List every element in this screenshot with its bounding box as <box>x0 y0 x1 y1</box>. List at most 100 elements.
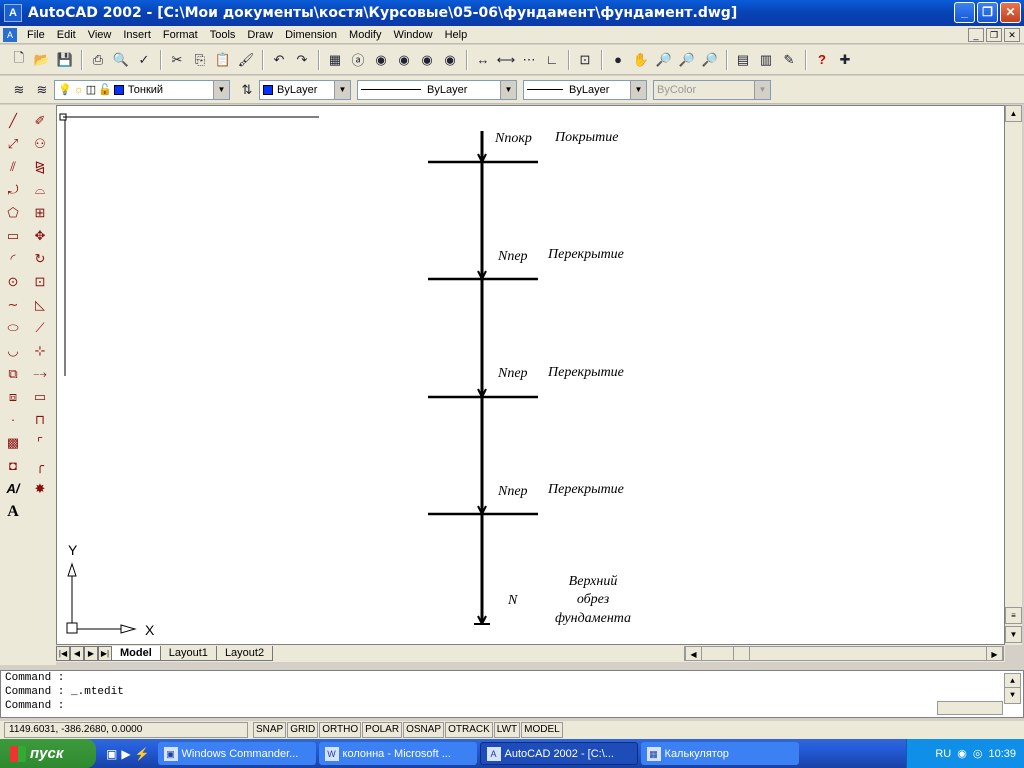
tab-model[interactable]: Model <box>111 646 161 661</box>
explorer-icon[interactable]: ▣ <box>106 747 117 761</box>
adcenter-icon[interactable]: ▥ <box>755 49 777 71</box>
open-icon[interactable]: 📂 <box>31 49 53 71</box>
make-object-layer-current-icon[interactable]: ⇅ <box>236 79 258 101</box>
drawing-canvas[interactable]: Nпокр Покрытие Nпер Перекрытие Nпер Пере… <box>56 105 1005 645</box>
multiline-icon[interactable]: ⫽ <box>1 155 25 178</box>
trim-icon[interactable]: ⊹ <box>28 339 52 362</box>
tab-layout2[interactable]: Layout2 <box>215 646 274 661</box>
ellipse-icon[interactable]: ⬭ <box>1 316 25 339</box>
new-icon[interactable]: 🗋 <box>8 49 30 71</box>
menu-insert[interactable]: Insert <box>117 26 157 44</box>
print-icon[interactable]: ⎙ <box>87 49 109 71</box>
doc-close-button[interactable]: ✕ <box>1004 28 1020 42</box>
meet-now-icon[interactable]: ◉ <box>370 49 392 71</box>
chevron-down-icon[interactable]: ▼ <box>630 80 646 99</box>
extend-icon[interactable]: ⤍ <box>28 362 52 385</box>
distance-icon[interactable]: ⋯ <box>518 49 540 71</box>
cmd-hscroll[interactable] <box>937 701 1003 715</box>
cut-icon[interactable]: ✂ <box>166 49 188 71</box>
tab-layout1[interactable]: Layout1 <box>159 646 217 661</box>
layer-manager-icon[interactable]: ≋ <box>8 79 30 101</box>
break-at-point-icon[interactable]: ▭ <box>28 385 52 408</box>
scroll-up-button[interactable]: ▲ <box>1005 105 1022 122</box>
color-dropdown[interactable]: ByLayer ▼ <box>259 79 351 100</box>
tool-palettes-icon[interactable]: ✎ <box>778 49 800 71</box>
chevron-down-icon[interactable]: ▼ <box>213 80 229 99</box>
menu-help[interactable]: Help <box>439 26 474 44</box>
cmd-scroll-down-button[interactable]: ▼ <box>1004 687 1021 704</box>
osnap-toggle[interactable]: OSNAP <box>403 722 445 738</box>
move-icon[interactable]: ✥ <box>28 224 52 247</box>
chevron-down-icon[interactable]: ▼ <box>334 80 350 99</box>
redo-icon[interactable]: ↷ <box>291 49 313 71</box>
properties-icon[interactable]: ▤ <box>732 49 754 71</box>
paste-icon[interactable]: 📋 <box>212 49 234 71</box>
layer-previous-icon[interactable]: ≋ <box>31 79 53 101</box>
linetype-dropdown[interactable]: ByLayer ▼ <box>357 79 517 100</box>
task-calculator[interactable]: ▦ Калькулятор <box>640 742 799 765</box>
dim-aligned-icon[interactable]: ⟷ <box>495 49 517 71</box>
today-icon[interactable]: ⓐ <box>347 49 369 71</box>
circle-icon[interactable]: ⊙ <box>1 270 25 293</box>
spell-check-icon[interactable]: ✓ <box>133 49 155 71</box>
close-button[interactable]: ✕ <box>1000 2 1021 23</box>
menu-draw[interactable]: Draw <box>241 26 279 44</box>
spline-icon[interactable]: ∼ <box>1 293 25 316</box>
copy-object-icon[interactable]: ⚇ <box>28 132 52 155</box>
snap-toggle[interactable]: SNAP <box>253 722 287 738</box>
design-center-icon[interactable]: ▦ <box>324 49 346 71</box>
polygon-icon[interactable]: ⬠ <box>1 201 25 224</box>
first-tab-button[interactable]: |◀ <box>56 646 70 661</box>
task-windows-commander[interactable]: ▣ Windows Commander... <box>157 742 316 765</box>
rectangle-icon[interactable]: ▭ <box>1 224 25 247</box>
grid-toggle[interactable]: GRID <box>287 722 319 738</box>
make-block-icon[interactable]: ⧈ <box>1 385 25 408</box>
mirror-icon[interactable]: ⧎ <box>28 155 52 178</box>
minimize-button[interactable]: _ <box>954 2 975 23</box>
language-indicator[interactable]: RU <box>935 748 951 760</box>
command-window[interactable]: Command : Command : _.mtedit Command : ▲… <box>0 670 1024 718</box>
match-properties-icon[interactable]: 🖌 <box>235 49 257 71</box>
chevron-down-icon[interactable]: ▼ <box>500 80 516 99</box>
menu-edit[interactable]: Edit <box>51 26 82 44</box>
prev-tab-button[interactable]: ◀ <box>70 646 84 661</box>
vertical-scrollbar[interactable]: ▲ ≡ ▼ <box>1005 105 1022 645</box>
menu-dimension[interactable]: Dimension <box>279 26 343 44</box>
stretch-icon[interactable]: ◺ <box>28 293 52 316</box>
hscroll-thumb[interactable] <box>733 646 750 661</box>
restore-button[interactable]: ❐ <box>977 2 998 23</box>
hatch-icon[interactable]: ▩ <box>1 431 25 454</box>
publish-web-icon[interactable]: ◉ <box>393 49 415 71</box>
insert-block-icon[interactable]: ⧉ <box>1 362 25 385</box>
task-word[interactable]: W колонна - Microsoft ... <box>318 742 477 765</box>
offset-icon[interactable]: ⌓ <box>28 178 52 201</box>
doc-restore-button[interactable]: ❐ <box>986 28 1002 42</box>
ortho-toggle[interactable]: ORTHO <box>319 722 362 738</box>
command-prompt[interactable]: Command : <box>5 699 1023 713</box>
help-icon[interactable]: ? <box>811 49 833 71</box>
layer-dropdown[interactable]: 💡 ☼ ◫ 🔓 Тонкий ▼ <box>54 79 230 100</box>
last-tab-button[interactable]: ▶| <box>98 646 112 661</box>
3d-orbit-icon[interactable]: ● <box>607 49 629 71</box>
ellipse-arc-icon[interactable]: ◡ <box>1 339 25 362</box>
doc-minimize-button[interactable]: _ <box>968 28 984 42</box>
express-tools-icon[interactable]: ✚ <box>834 49 856 71</box>
fillet-icon[interactable]: ╭ <box>28 454 52 477</box>
scale-icon[interactable]: ⊡ <box>28 270 52 293</box>
polar-toggle[interactable]: POLAR <box>362 722 403 738</box>
region-icon[interactable]: ◘ <box>1 454 25 477</box>
erase-icon[interactable]: ✐ <box>28 109 52 132</box>
hyperlink-icon[interactable]: ◉ <box>416 49 438 71</box>
ucs-icon[interactable]: ∟ <box>541 49 563 71</box>
browse-web-icon[interactable]: ◉ <box>439 49 461 71</box>
zoom-window-icon[interactable]: 🔎 <box>676 49 698 71</box>
lineweight-dropdown[interactable]: ByLayer ▼ <box>523 79 647 100</box>
named-views-icon[interactable]: ⊡ <box>574 49 596 71</box>
media-player-icon[interactable]: ▶ <box>121 747 130 761</box>
text-icon[interactable]: A <box>1 500 25 523</box>
menu-view[interactable]: View <box>82 26 118 44</box>
otrack-toggle[interactable]: OTRACK <box>445 722 493 738</box>
menu-file[interactable]: File <box>21 26 51 44</box>
line-icon[interactable]: ╱ <box>1 109 25 132</box>
point-icon[interactable]: · <box>1 408 25 431</box>
